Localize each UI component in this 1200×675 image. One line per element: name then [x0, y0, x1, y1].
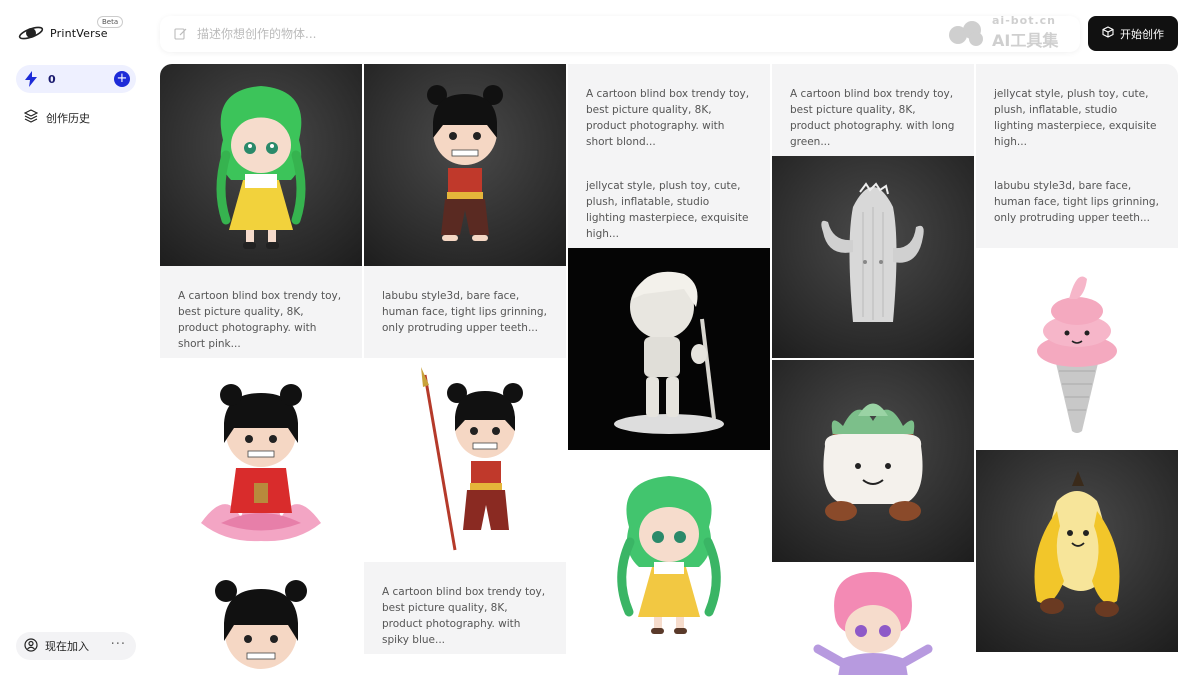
gallery-card[interactable]: [772, 360, 974, 562]
prompt-input[interactable]: [197, 27, 897, 41]
gallery-card[interactable]: [772, 562, 974, 675]
gallery-card[interactable]: [772, 156, 974, 358]
watermark-logo-icon: [946, 19, 986, 47]
banana-plush-image: [1034, 471, 1120, 617]
prompt-text: labubu style3d, bare face, human face, t…: [994, 180, 1159, 224]
prompt-text: A cartoon blind box trendy toy, best pic…: [586, 88, 750, 148]
nezha-toy-dark-image: [427, 85, 503, 241]
add-credits-button[interactable]: +: [114, 71, 130, 87]
sidebar-item-history[interactable]: 创作历史: [23, 108, 90, 127]
green-hair-girl-toy-white-image: [617, 476, 721, 634]
cactus-plush-image: [821, 182, 924, 322]
succulent-pot-plush-image: [823, 403, 923, 521]
more-options-icon[interactable]: ···: [111, 637, 126, 652]
nezha-spear-toy-image: [421, 367, 523, 551]
gallery-card[interactable]: [160, 358, 362, 558]
join-label: 现在加入: [45, 640, 89, 653]
brand-name: PrintVerse: [50, 26, 108, 40]
prompt-card[interactable]: A cartoon blind box trendy toy, best pic…: [160, 266, 362, 358]
gallery-card[interactable]: [568, 248, 770, 450]
credits-count: 0: [48, 72, 56, 86]
topbar: ai-bot.cn AI工具集 开始创作: [160, 14, 1180, 52]
gallery-card[interactable]: [364, 64, 566, 266]
gallery-card[interactable]: [160, 64, 362, 266]
prompt-card[interactable]: A cartoon blind box trendy toy, best pic…: [364, 562, 566, 654]
prompt-text: jellycat style, plush toy, cute, plush, …: [586, 180, 749, 240]
gallery-card[interactable]: [364, 358, 566, 562]
start-create-label: 开始创作: [1120, 27, 1164, 41]
nezha-toy-partial-image: [215, 580, 307, 669]
nezha-lotus-toy-image: [201, 384, 321, 542]
prompt-card[interactable]: jellycat style, plush toy, cute, plush, …: [568, 156, 770, 248]
prompt-text: A cartoon blind box trendy toy, best pic…: [790, 88, 955, 148]
prompt-text: A cartoon blind box trendy toy, best pic…: [382, 586, 546, 646]
brand-logo[interactable]: PrintVerse: [18, 24, 108, 42]
gallery-card[interactable]: [568, 450, 770, 654]
sidebar: PrintVerse Beta 0 + 创作历史 现在加入 ···: [0, 0, 150, 675]
prompt-bar[interactable]: [160, 16, 1080, 52]
start-create-button[interactable]: 开始创作: [1088, 16, 1178, 51]
user-icon: [24, 637, 38, 656]
prompt-text: A cartoon blind box trendy toy, best pic…: [178, 290, 342, 350]
edit-icon: [174, 25, 187, 44]
green-hair-girl-toy-image: [216, 86, 306, 249]
gallery: A cartoon blind box trendy toy, best pic…: [160, 64, 1178, 675]
beta-badge: Beta: [97, 16, 124, 28]
gallery-card[interactable]: [160, 558, 362, 675]
watermark-top: ai-bot.cn: [992, 14, 1056, 27]
prompt-text: labubu style3d, bare face, human face, t…: [382, 290, 547, 334]
prompt-text: jellycat style, plush toy, cute, plush, …: [994, 88, 1157, 148]
join-button[interactable]: 现在加入 ···: [16, 632, 136, 660]
prompt-card[interactable]: labubu style3d, bare face, human face, t…: [976, 156, 1178, 248]
watermark-bottom: AI工具集: [992, 31, 1059, 50]
prompt-card[interactable]: labubu style3d, bare face, human face, t…: [364, 266, 566, 358]
credits-pill[interactable]: 0 +: [16, 65, 136, 93]
watermark: ai-bot.cn AI工具集: [946, 14, 1058, 51]
ice-cream-plush-image: [1037, 276, 1117, 433]
gallery-card[interactable]: [976, 248, 1178, 450]
layers-icon: [23, 108, 39, 127]
prompt-card[interactable]: jellycat style, plush toy, cute, plush, …: [976, 64, 1178, 156]
prompt-card[interactable]: A cartoon blind box trendy toy, best pic…: [772, 64, 974, 156]
pink-hair-boy-toy-image: [813, 572, 933, 675]
planet-logo-icon: [18, 24, 44, 42]
prompt-card[interactable]: A cartoon blind box trendy toy, best pic…: [568, 64, 770, 156]
lightning-icon: [24, 71, 38, 87]
cube-icon: [1102, 26, 1114, 41]
white-boy-statue-image: [614, 271, 724, 434]
gallery-card[interactable]: [976, 450, 1178, 652]
sidebar-item-label: 创作历史: [46, 111, 90, 125]
